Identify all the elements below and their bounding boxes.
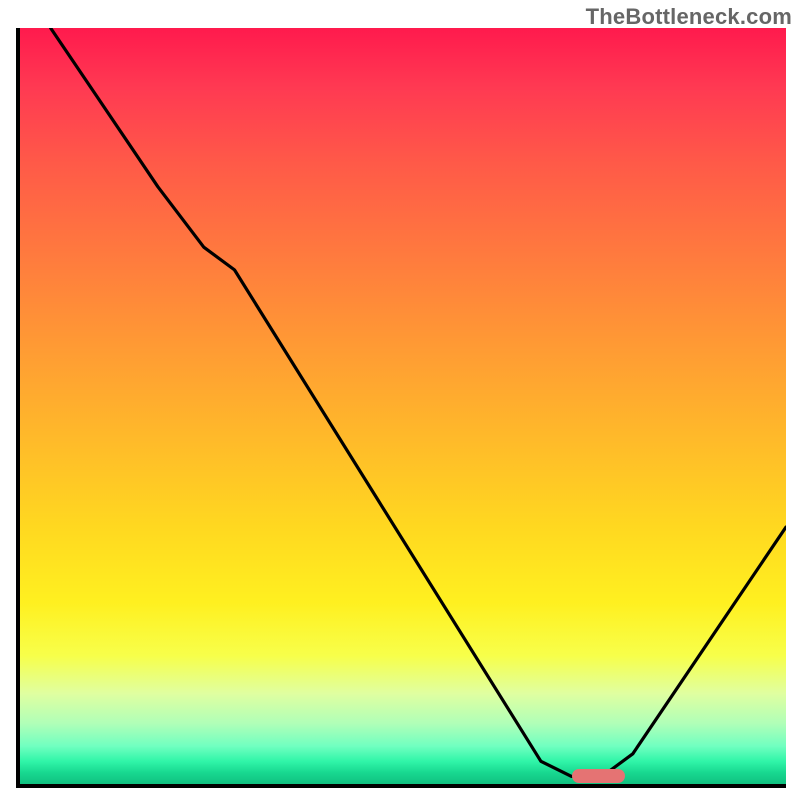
heat-gradient-background — [20, 28, 786, 784]
bottleneck-chart: TheBottleneck.com — [0, 0, 800, 800]
plot-frame — [16, 28, 786, 788]
watermark-text: TheBottleneck.com — [586, 4, 792, 30]
optimum-marker — [572, 769, 626, 783]
